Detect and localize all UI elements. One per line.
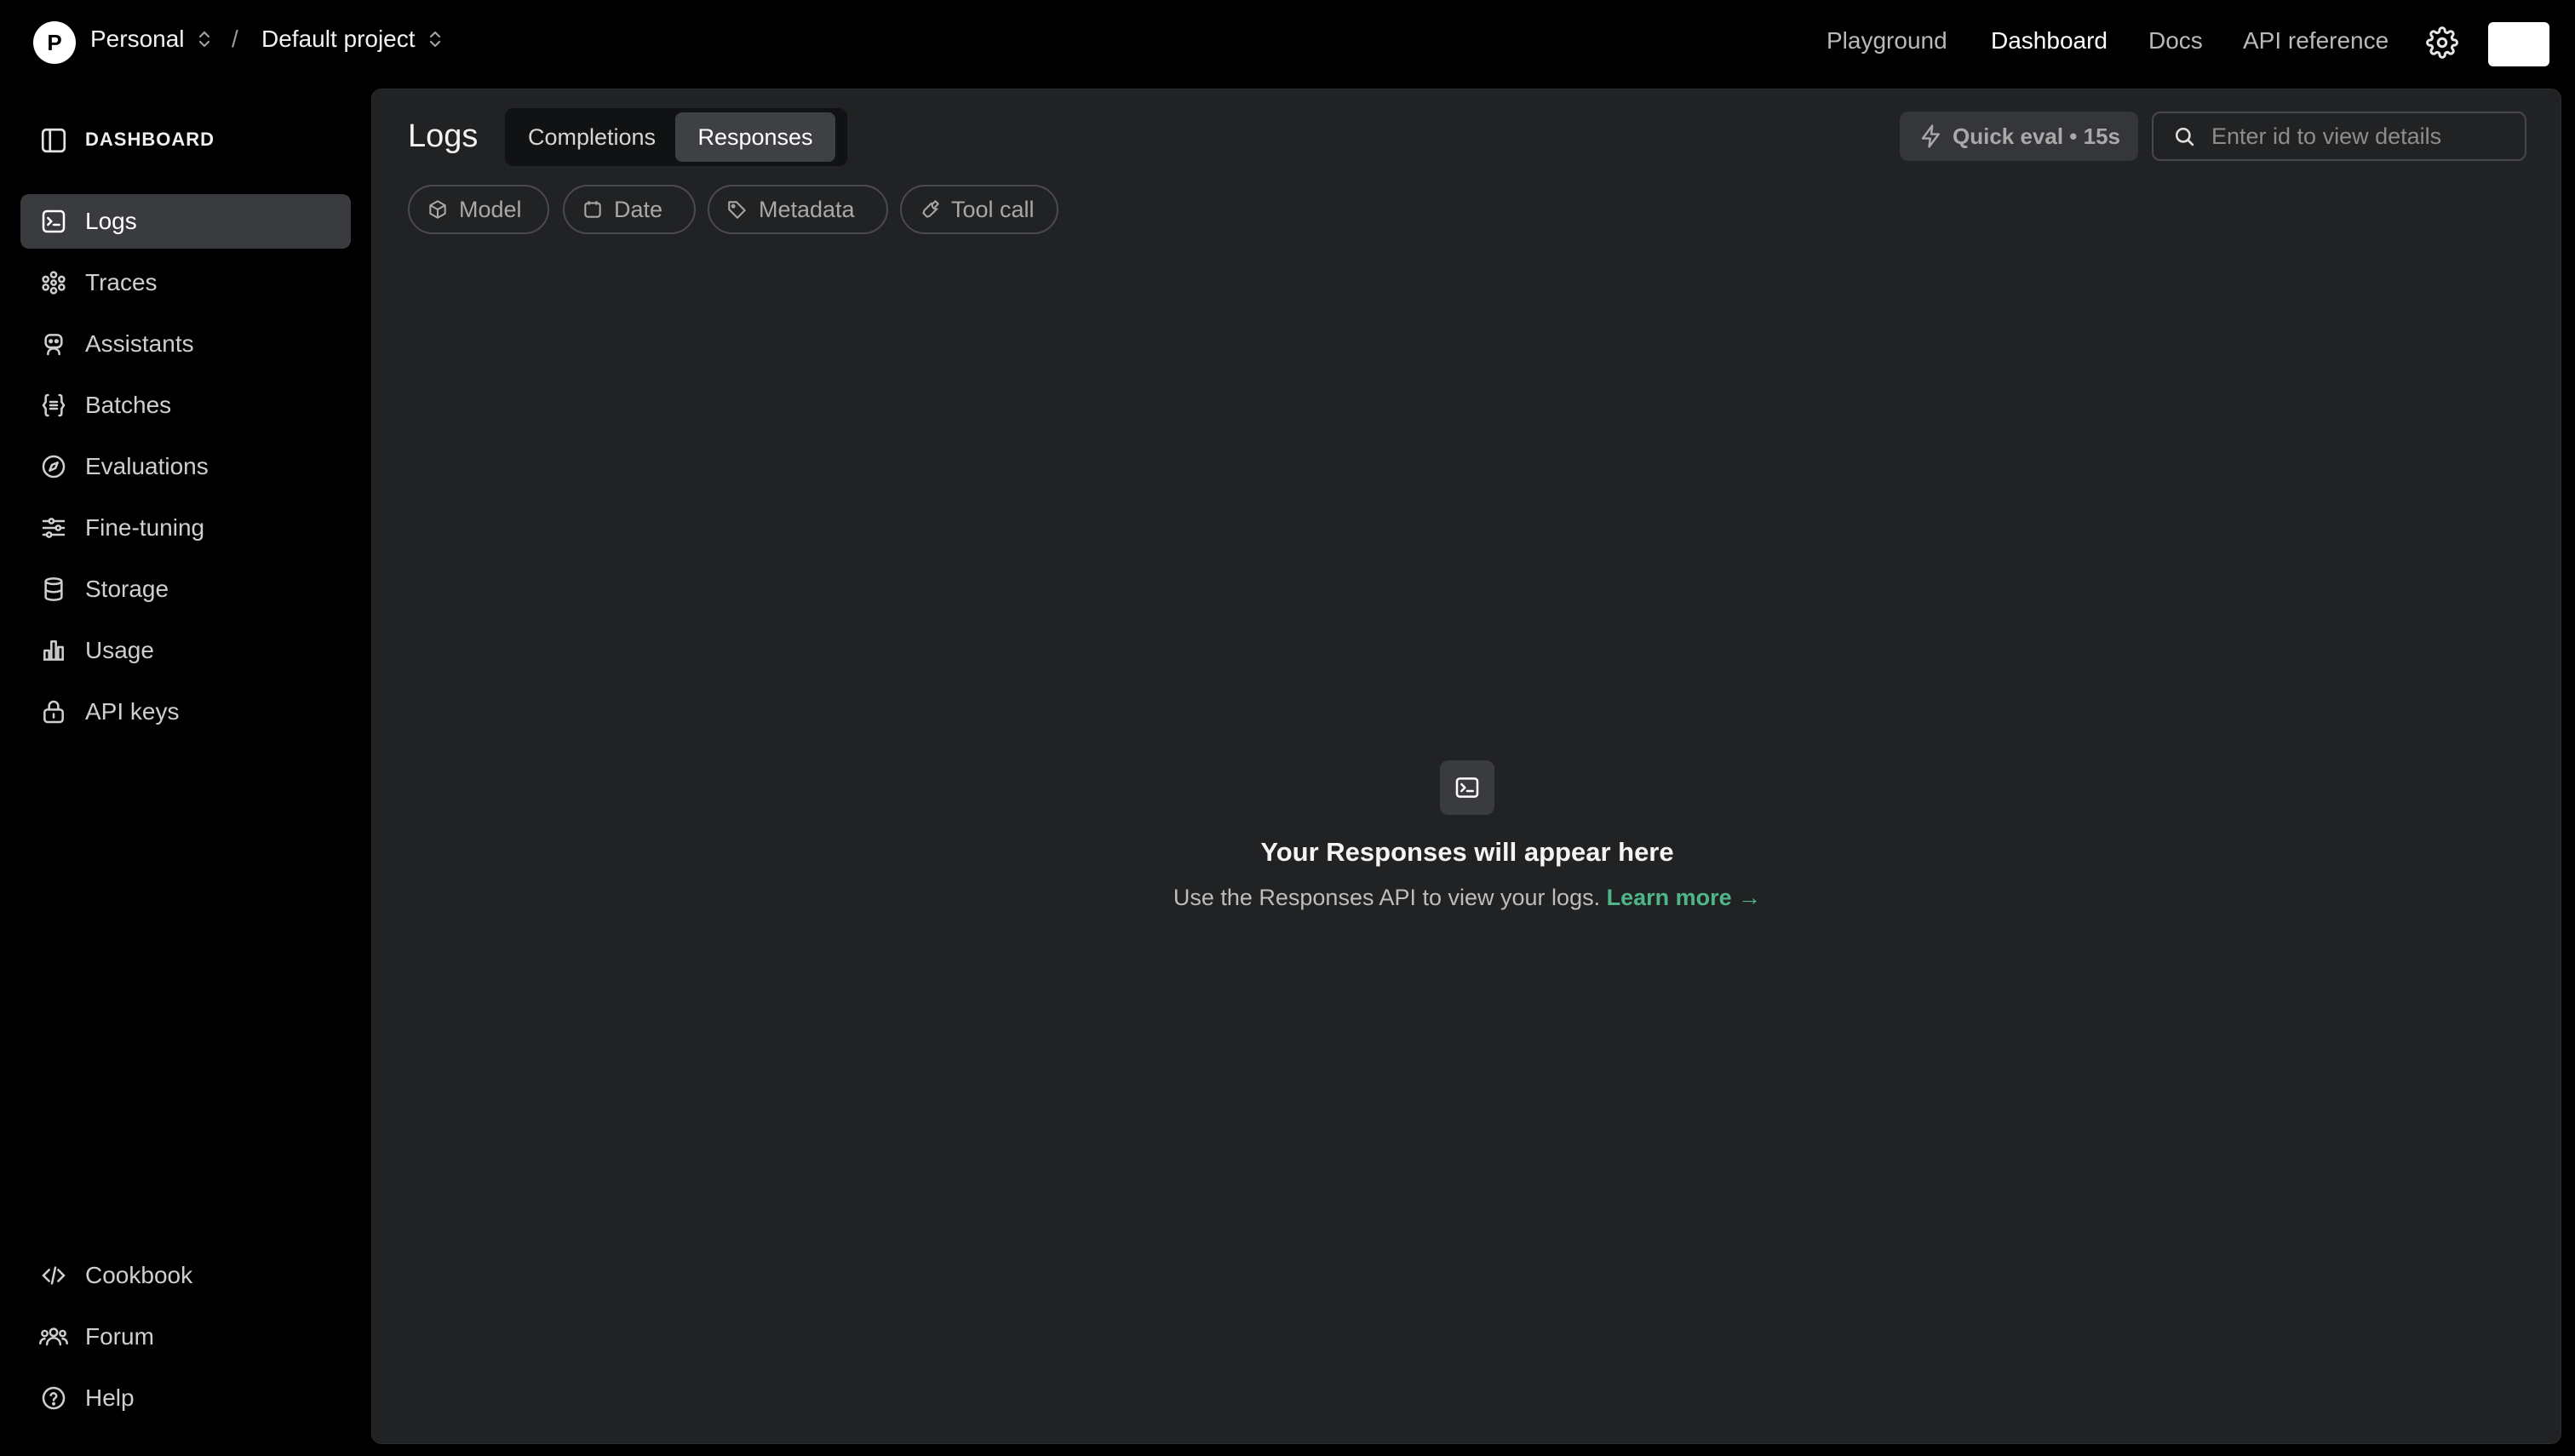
quick-eval-label: Quick eval • 15s bbox=[1953, 123, 2121, 149]
sidebar-toggle-icon[interactable] bbox=[39, 126, 68, 155]
nav-docs[interactable]: Docs bbox=[2148, 27, 2203, 54]
filter-label: Date bbox=[614, 196, 663, 222]
sidebar-item-label: Help bbox=[85, 1384, 135, 1411]
compass-icon bbox=[39, 452, 68, 481]
tab-completions[interactable]: Completions bbox=[508, 112, 675, 162]
breadcrumb-separator: / bbox=[232, 26, 238, 52]
sidebar-item-batches[interactable]: Batches bbox=[20, 378, 351, 433]
org-selector[interactable]: Personal bbox=[90, 26, 212, 53]
filter-tool-call[interactable]: Tool call bbox=[900, 185, 1058, 234]
project-name: Default project bbox=[261, 26, 416, 52]
wrench-icon bbox=[919, 198, 941, 221]
help-icon bbox=[39, 1384, 68, 1413]
org-avatar[interactable]: P bbox=[33, 21, 76, 64]
gear-icon[interactable] bbox=[2426, 26, 2458, 59]
empty-state-text: Use the Responses API to view your logs.… bbox=[372, 885, 2562, 911]
sidebar-heading: DASHBOARD bbox=[85, 129, 215, 150]
sidebar-item-label: Forum bbox=[85, 1323, 154, 1350]
nav-api-reference[interactable]: API reference bbox=[2243, 27, 2389, 54]
chevron-up-down-icon bbox=[197, 28, 212, 50]
learn-more-link[interactable]: Learn more → bbox=[1607, 885, 1762, 910]
filter-label: Model bbox=[459, 196, 522, 222]
project-selector[interactable]: Default project bbox=[261, 26, 443, 53]
braces-list-icon bbox=[39, 391, 68, 420]
sidebar-item-label: Fine-tuning bbox=[85, 514, 205, 541]
sidebar-item-assistants[interactable]: Assistants bbox=[20, 317, 351, 371]
org-name: Personal bbox=[90, 26, 185, 52]
sidebar-item-traces[interactable]: Traces bbox=[20, 255, 351, 310]
empty-state-description: Use the Responses API to view your logs. bbox=[1173, 885, 1601, 910]
sidebar-item-label: Traces bbox=[85, 269, 158, 295]
sidebar-item-help[interactable]: Help bbox=[20, 1371, 351, 1425]
bar-chart-icon bbox=[39, 636, 68, 665]
lock-icon bbox=[39, 697, 68, 726]
filter-label: Tool call bbox=[951, 196, 1035, 222]
quick-eval-button[interactable]: Quick eval • 15s bbox=[1900, 112, 2138, 161]
sidebar-item-cookbook[interactable]: Cookbook bbox=[20, 1248, 351, 1303]
filter-date[interactable]: Date bbox=[563, 185, 696, 234]
users-icon bbox=[39, 1322, 68, 1351]
sidebar-item-api-keys[interactable]: API keys bbox=[20, 685, 351, 739]
sidebar-item-label: Evaluations bbox=[85, 453, 209, 479]
sidebar-item-label: Batches bbox=[85, 392, 172, 418]
search-box[interactable] bbox=[2152, 112, 2526, 161]
sidebar-item-evaluations[interactable]: Evaluations bbox=[20, 439, 351, 494]
nav-dashboard[interactable]: Dashboard bbox=[1991, 27, 2108, 54]
search-input[interactable] bbox=[2211, 123, 2518, 150]
main-panel: Logs Completions Responses Quick eval • … bbox=[371, 89, 2561, 1444]
sidebar-item-label: Usage bbox=[85, 637, 154, 663]
lightning-icon bbox=[1918, 123, 1944, 149]
sidebar-item-label: Storage bbox=[85, 576, 169, 602]
terminal-icon bbox=[1440, 760, 1494, 815]
sidebar-item-fine-tuning[interactable]: Fine-tuning bbox=[20, 501, 351, 555]
sliders-icon bbox=[39, 513, 68, 542]
sidebar-item-forum[interactable]: Forum bbox=[20, 1310, 351, 1364]
database-icon bbox=[39, 575, 68, 604]
tab-responses[interactable]: Responses bbox=[675, 112, 835, 162]
filter-metadata[interactable]: Metadata bbox=[708, 185, 888, 234]
sidebar-item-usage[interactable]: Usage bbox=[20, 623, 351, 678]
user-avatar[interactable] bbox=[2488, 22, 2549, 66]
page-title: Logs bbox=[408, 118, 479, 154]
sidebar-item-label: Assistants bbox=[85, 330, 194, 357]
code-icon bbox=[39, 1261, 68, 1290]
search-icon bbox=[2172, 124, 2196, 148]
terminal-icon bbox=[39, 207, 68, 236]
filter-label: Metadata bbox=[759, 196, 855, 222]
sidebar-item-label: Cookbook bbox=[85, 1262, 193, 1288]
top-bar: P Personal / Default project Playground … bbox=[0, 0, 2575, 85]
sidebar-item-label: Logs bbox=[85, 208, 137, 234]
empty-state-title: Your Responses will appear here bbox=[1260, 837, 1674, 867]
sidebar-item-label: API keys bbox=[85, 698, 180, 725]
filter-model[interactable]: Model bbox=[408, 185, 549, 234]
tag-icon bbox=[726, 198, 748, 221]
calendar-icon bbox=[582, 198, 604, 221]
traces-icon bbox=[39, 268, 68, 297]
log-type-tabs: Completions Responses bbox=[505, 108, 847, 166]
chevron-up-down-icon bbox=[427, 28, 443, 50]
nav-playground[interactable]: Playground bbox=[1827, 27, 1947, 54]
robot-icon bbox=[39, 330, 68, 358]
sidebar-item-logs[interactable]: Logs bbox=[20, 194, 351, 249]
cube-icon bbox=[427, 198, 449, 221]
sidebar-item-storage[interactable]: Storage bbox=[20, 562, 351, 616]
